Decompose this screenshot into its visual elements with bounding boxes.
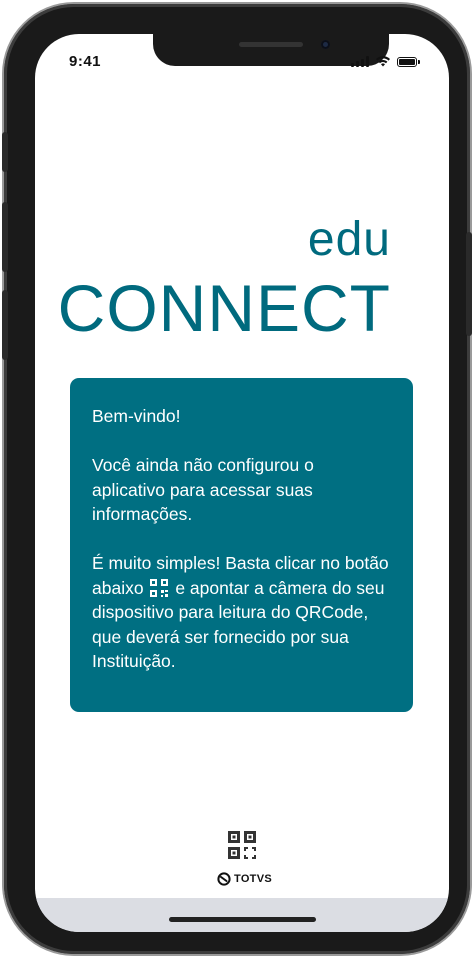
battery-icon [397,57,420,67]
totvs-brand-text: TOTVS [234,873,272,885]
status-time: 9:41 [69,53,102,70]
card-paragraph-1: Você ainda não configurou o aplicativo p… [92,455,314,524]
logo-connect: CONNECT [57,271,391,345]
logo-edu: edu [307,213,391,266]
power-button [466,232,472,336]
speaker-grille [239,42,303,47]
status-icons [351,55,420,67]
volume-down-button [2,290,8,360]
totvs-logo-icon [217,872,231,886]
scan-qr-button[interactable] [228,831,256,861]
cellular-signal-icon [351,56,369,67]
card-greeting: Bem-vindo! [92,406,181,426]
home-indicator[interactable] [169,917,316,922]
welcome-card: Bem-vindo! Você ainda não configurou o a… [70,378,413,712]
phone-frame: 9:41 edu CONNECT Bem-vindo! Você ainda n… [2,4,472,954]
mute-switch [2,132,8,172]
front-camera [321,40,330,49]
qr-code-icon [150,578,169,597]
wifi-icon [376,56,390,67]
volume-up-button [2,202,8,272]
home-bar-area [35,898,449,932]
card-paragraph-2: É muito simples! Basta clicar no botão a… [92,551,391,674]
totvs-brand: TOTVS [217,872,272,886]
app-screen: 9:41 edu CONNECT Bem-vindo! Você ainda n… [35,34,449,932]
